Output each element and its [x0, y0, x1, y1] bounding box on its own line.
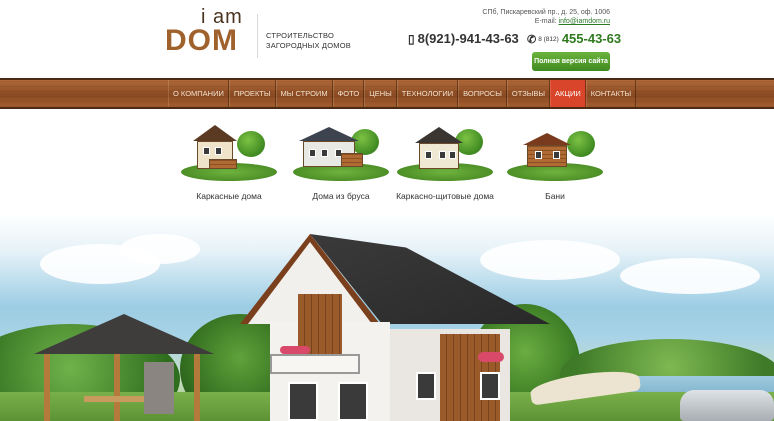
mobile-phone-icon: ▯: [408, 32, 415, 46]
category-label: Дома из бруса: [312, 191, 370, 201]
category-timber-houses[interactable]: Дома из бруса: [286, 123, 396, 201]
house-categories: Каркасные дома Дома из бруса Каркасно-щи…: [0, 109, 774, 214]
city-phone-number: 455-43-63: [561, 31, 622, 46]
main-nav-list: О КОМПАНИИ ПРОЕКТЫ МЫ СТРОИМ ФОТО ЦЕНЫ Т…: [168, 80, 637, 107]
cloud: [620, 258, 760, 294]
email-link[interactable]: info@iamdom.ru: [559, 18, 610, 25]
logo-divider: [257, 14, 258, 58]
timber-house-image: [291, 123, 391, 185]
handset-icon: ✆: [527, 34, 537, 46]
nav-item-photo[interactable]: ФОТО: [332, 80, 365, 107]
category-label: Каркасные дома: [196, 191, 262, 201]
site-header: i am DOM СТРОИТЕЛЬСТВО ЗАГОРОДНЫХ ДОМОВ …: [0, 0, 774, 78]
cloud: [120, 234, 200, 264]
nav-item-promotions[interactable]: АКЦИИ: [550, 80, 586, 107]
contact-address: СПб, Пискаревский пр., д. 25, оф. 1006 E…: [482, 8, 610, 26]
category-frame-houses[interactable]: Каркасные дома: [174, 123, 284, 201]
site-logo[interactable]: i am DOM: [165, 6, 253, 57]
hero-banner: [0, 214, 774, 421]
city-phone-code: 8 (812): [538, 36, 559, 44]
category-label: Каркасно-щитовые дома: [396, 191, 494, 201]
nav-item-prices[interactable]: ЦЕНЫ: [364, 80, 397, 107]
email-line: E-mail: info@iamdom.ru: [482, 17, 610, 26]
car: [680, 390, 774, 421]
nav-item-projects[interactable]: ПРОЕКТЫ: [228, 80, 276, 107]
main-nav: О КОМПАНИИ ПРОЕКТЫ МЫ СТРОИМ ФОТО ЦЕНЫ Т…: [0, 78, 774, 109]
mobile-phone[interactable]: ▯ 8(921)-941-43-63: [408, 31, 519, 46]
city-phone[interactable]: ✆ 8 (812) 455-43-63: [527, 31, 621, 46]
category-bathhouses[interactable]: Бани: [500, 123, 610, 201]
frame-house-image: [179, 123, 279, 185]
email-label: E-mail:: [534, 18, 557, 25]
category-frame-panel-houses[interactable]: Каркасно-щитовые дома: [390, 123, 500, 201]
nav-item-about[interactable]: О КОМПАНИИ: [168, 80, 229, 107]
nav-item-questions[interactable]: ВОПРОСЫ: [458, 80, 507, 107]
nav-item-reviews[interactable]: ОТЗЫВЫ: [506, 80, 551, 107]
logo-text-bottom: DOM: [165, 24, 238, 57]
tagline-line-1: СТРОИТЕЛЬСТВО: [266, 31, 335, 40]
full-version-button[interactable]: Полная версия сайта: [532, 52, 610, 71]
nav-item-contacts[interactable]: КОНТАКТЫ: [585, 80, 637, 107]
frame-panel-house-image: [395, 123, 495, 185]
mobile-phone-number: 8(921)-941-43-63: [417, 31, 519, 46]
gazebo: [34, 314, 214, 421]
nav-item-we-build[interactable]: МЫ СТРОИМ: [275, 80, 333, 107]
address-line: СПб, Пискаревский пр., д. 25, оф. 1006: [482, 9, 610, 16]
tagline-line-2: ЗАГОРОДНЫХ ДОМОВ: [266, 41, 351, 50]
main-house: [240, 234, 560, 421]
category-label: Бани: [545, 191, 565, 201]
nav-item-technologies[interactable]: ТЕХНОЛОГИИ: [396, 80, 459, 107]
bathhouse-image: [505, 123, 605, 185]
site-tagline: СТРОИТЕЛЬСТВО ЗАГОРОДНЫХ ДОМОВ: [266, 31, 351, 51]
